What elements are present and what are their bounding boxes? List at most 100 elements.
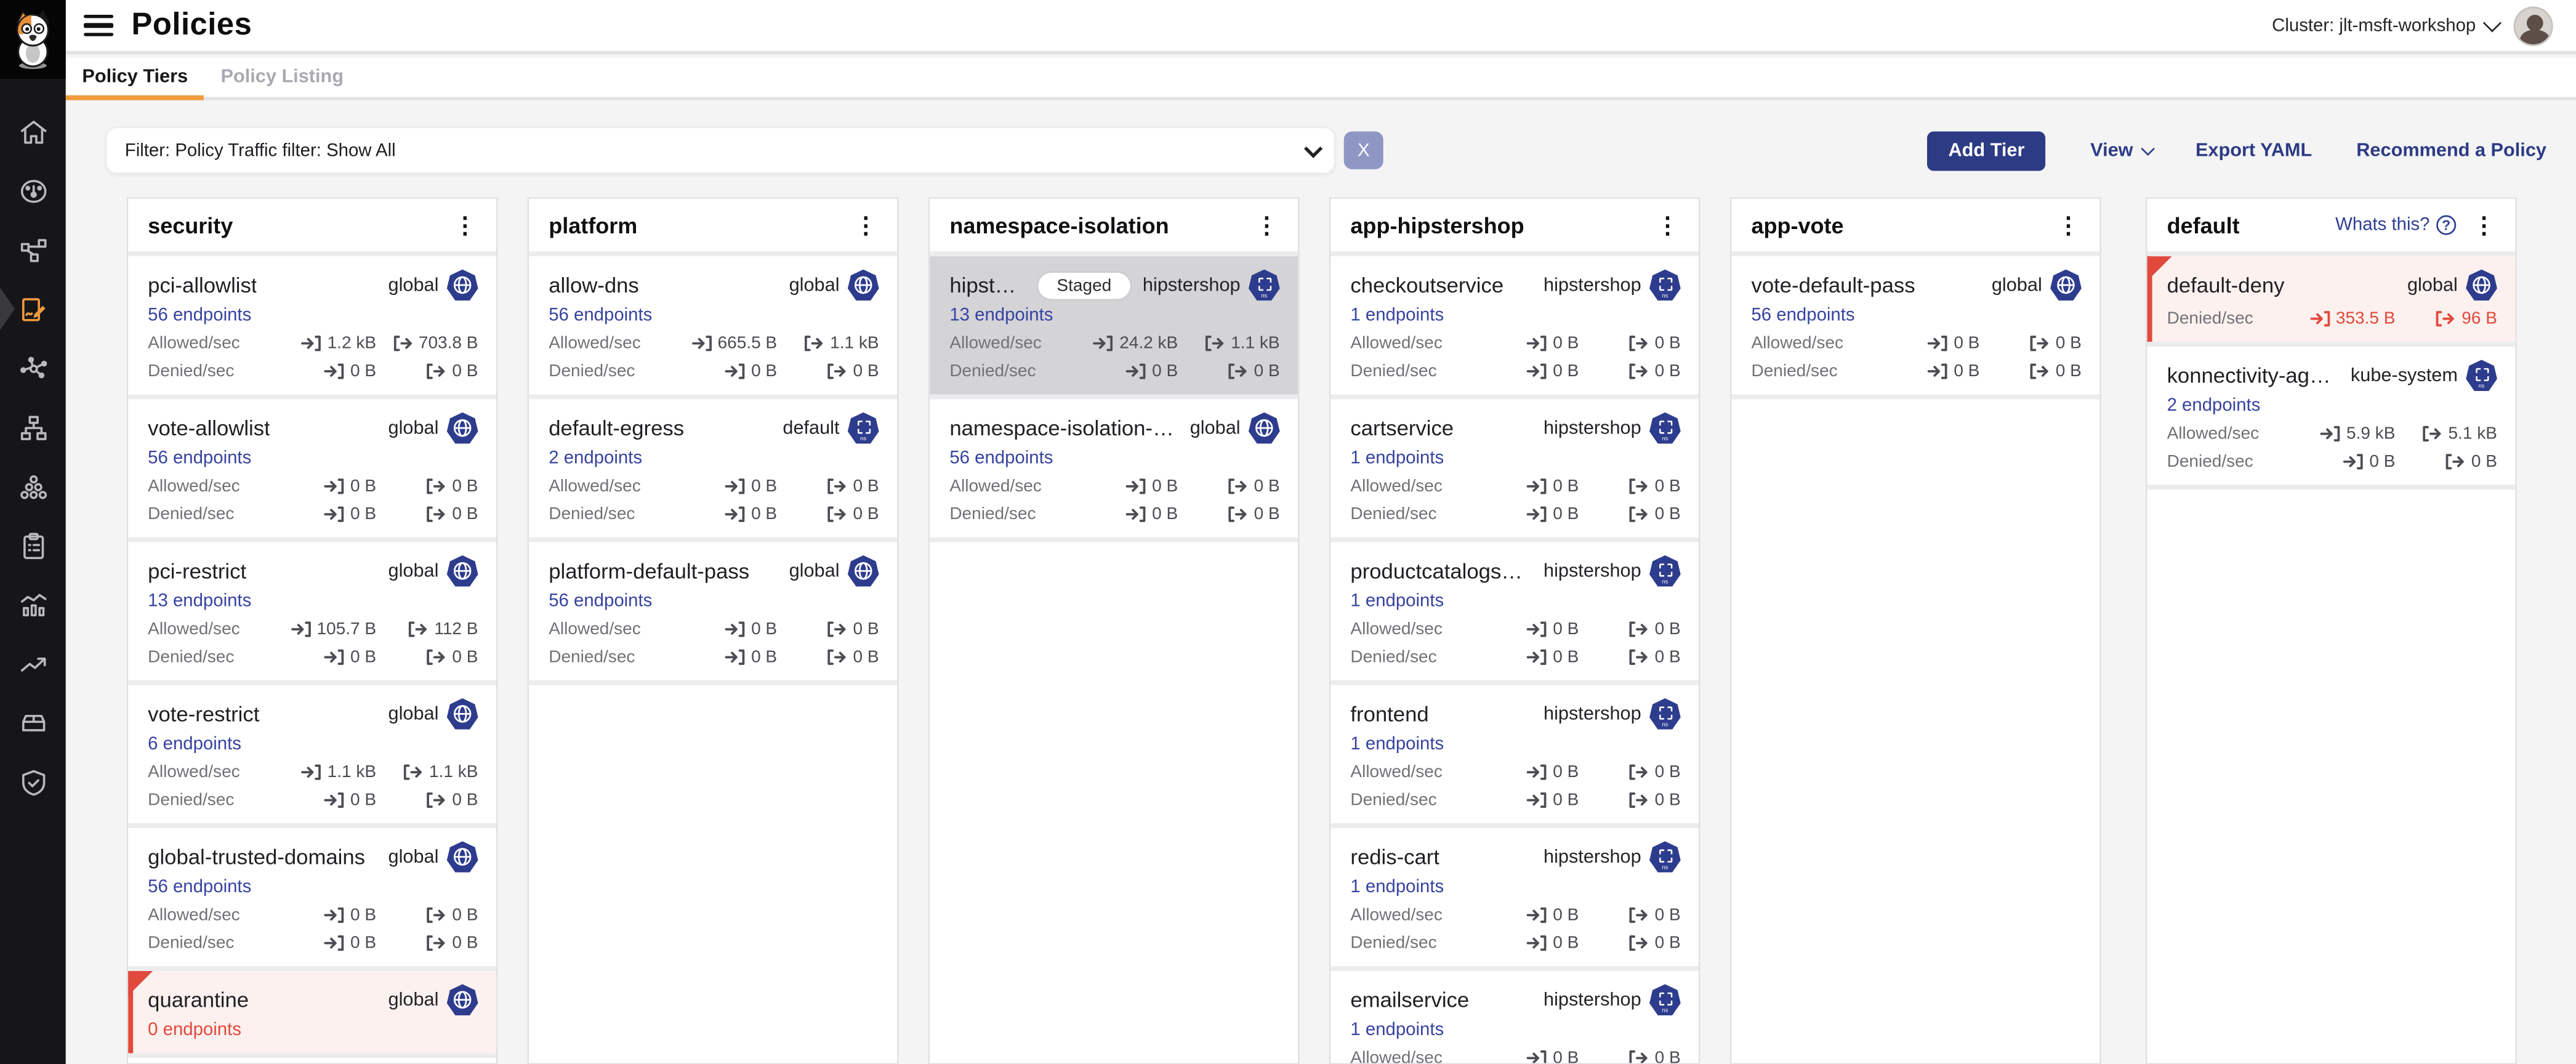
endpoints-link[interactable]: 13 endpoints (949, 305, 1053, 325)
endpoints-link[interactable]: 56 endpoints (148, 448, 251, 468)
egress-arrow-icon (426, 648, 448, 665)
policy-traffic-filter-select[interactable]: Filter: Policy Traffic filter: Show All (105, 126, 1336, 174)
recommend-policy-button[interactable]: Recommend a Policy (2356, 140, 2546, 160)
policy-card-global-trusted-domains[interactable]: global-trusted-domains global ns 56 endp… (128, 828, 496, 971)
egress-value: 0 B (1655, 762, 1681, 781)
stat-label: Denied/sec (1350, 932, 1473, 952)
ingress-value: 0 B (1553, 905, 1579, 924)
policy-card-frontend[interactable]: frontend hipstershop ns 1 endpoints Allo… (1330, 685, 1699, 828)
endpoints-link[interactable]: 56 endpoints (148, 877, 251, 897)
sidebar-item-network-sets[interactable] (0, 339, 66, 398)
policy-card-quarantine[interactable]: quarantine global ns 0 endpoints (128, 971, 496, 1058)
ingress-arrow-icon (324, 648, 345, 665)
tier-menu-kebab-icon[interactable]: ⋮ (1652, 214, 1682, 236)
egress-arrow-icon (1628, 334, 1650, 351)
export-yaml-button[interactable]: Export YAML (2196, 140, 2312, 160)
endpoints-link[interactable]: 56 endpoints (549, 305, 652, 325)
sidebar-item-cluster-hierarchy[interactable] (0, 398, 66, 457)
endpoints-link[interactable]: 1 endpoints (1350, 592, 1444, 611)
namespace-icon (1258, 277, 1271, 290)
policy-card-pci-restrict[interactable]: pci-restrict global ns 13 endpoints Allo… (128, 542, 496, 685)
egress-arrow-icon (1628, 506, 1650, 522)
endpoints-link[interactable]: 1 endpoints (1350, 735, 1444, 754)
policy-card-productcatalogservice[interactable]: productcatalogservice hipstershop ns 1 e… (1330, 542, 1699, 685)
sidebar-item-workloads[interactable] (0, 457, 66, 516)
scope-badge: ns (447, 413, 478, 444)
policy-card-namespace-isolation-default-p[interactable]: namespace-isolation-default-p… global ns… (930, 399, 1298, 542)
clear-filter-button[interactable]: X (1344, 131, 1383, 169)
egress-value: 0 B (853, 647, 879, 666)
endpoints-link[interactable]: 56 endpoints (148, 305, 251, 325)
endpoints-link[interactable]: 56 endpoints (949, 448, 1053, 468)
policy-card-vote-allowlist[interactable]: vote-allowlist global ns 56 endpoints Al… (128, 399, 496, 542)
egress-stat: 0 B (389, 789, 478, 809)
stat-label: Denied/sec (148, 932, 271, 952)
tier-menu-kebab-icon[interactable]: ⋮ (2053, 214, 2083, 236)
policy-card-security-default-pass[interactable]: security-default-pass global ns (128, 1058, 496, 1064)
endpoints-link[interactable]: 56 endpoints (1751, 305, 1854, 325)
policy-card-emailservice[interactable]: emailservice hipstershop ns 1 endpoints … (1330, 971, 1699, 1064)
egress-arrow-icon (1628, 763, 1650, 780)
stat-label: Denied/sec (949, 504, 1073, 523)
policy-card-default-deny[interactable]: default-deny global ns Denied/sec 353.5 … (2147, 256, 2516, 347)
egress-stat: 0 B (1592, 932, 1681, 952)
policy-card-cartservice[interactable]: cartservice hipstershop ns 1 endpoints A… (1330, 399, 1699, 542)
policy-card-hipstershop-gh[interactable]: hipstershop-gh… Staged hipstershop ns 13… (930, 256, 1298, 399)
hamburger-menu-icon[interactable] (84, 15, 113, 36)
endpoints-link[interactable]: 1 endpoints (1350, 877, 1444, 897)
tier-menu-kebab-icon[interactable]: ⋮ (1252, 214, 1281, 236)
sidebar-item-dashboard[interactable] (0, 161, 66, 220)
whats-this-link[interactable]: Whats this? ? (2335, 216, 2456, 235)
ingress-stat: 0 B (1474, 619, 1579, 639)
policy-card-vote-default-pass[interactable]: vote-default-pass global ns 56 endpoints… (1731, 256, 2099, 399)
sidebar-item-activity[interactable] (0, 575, 66, 634)
tab-policy-listing[interactable]: Policy Listing (204, 57, 360, 97)
traffic-stat-row: Allowed/sec 0 B 0 B (1751, 332, 2081, 353)
tab-policy-tiers[interactable]: Policy Tiers (66, 57, 204, 97)
policy-card-pci-allowlist[interactable]: pci-allowlist global ns 56 endpoints All… (128, 256, 496, 399)
endpoints-link[interactable]: 13 endpoints (148, 592, 251, 611)
egress-stat: 0 B (1592, 905, 1681, 924)
ingress-stat: 0 B (271, 361, 376, 381)
sidebar-item-image-assurance[interactable] (0, 693, 66, 752)
endpoints-link[interactable]: 2 endpoints (549, 448, 642, 468)
endpoints-link[interactable]: 6 endpoints (148, 735, 241, 754)
endpoints-link[interactable]: 56 endpoints (549, 592, 652, 611)
policy-card-default-egress[interactable]: default-egress default ns 2 endpoints Al… (529, 399, 897, 542)
sidebar-item-threat-defense[interactable] (0, 752, 66, 812)
policy-card-konnectivity-agent[interactable]: konnectivity-agent kube-system ns 2 endp… (2147, 347, 2516, 490)
endpoints-link[interactable]: 1 endpoints (1350, 448, 1444, 468)
endpoints-link[interactable]: 2 endpoints (2167, 396, 2261, 416)
egress-arrow-icon (1204, 334, 1226, 351)
cluster-selector[interactable]: Cluster: jlt-msft-workshop (2272, 15, 2498, 35)
policy-card-allow-dns[interactable]: allow-dns global ns 56 endpoints Allowed… (529, 256, 897, 399)
endpoints-link[interactable]: 1 endpoints (1350, 1020, 1444, 1040)
policy-card-redis-cart[interactable]: redis-cart hipstershop ns 1 endpoints Al… (1330, 828, 1699, 971)
tier-column-app-vote: app-vote ⋮ vote-default-pass global ns 5… (1730, 197, 2101, 1064)
ingress-arrow-icon (324, 906, 345, 923)
calico-cat-logo[interactable] (0, 0, 66, 79)
tier-menu-kebab-icon[interactable]: ⋮ (450, 214, 480, 236)
tier-menu-kebab-icon[interactable]: ⋮ (851, 214, 880, 236)
add-tier-button[interactable]: Add Tier (1927, 131, 2046, 170)
sidebar-item-policies[interactable] (0, 280, 66, 339)
user-avatar[interactable] (2514, 6, 2553, 45)
tier-header: security ⋮ (128, 199, 496, 256)
ingress-arrow-icon (1527, 362, 1548, 379)
scope-badge: ns (848, 555, 879, 587)
dashboard-gauge-icon (17, 175, 49, 206)
endpoints-link[interactable]: 1 endpoints (1350, 305, 1444, 325)
ingress-stat: 0 B (672, 475, 777, 495)
policy-card-platform-default-pass[interactable]: platform-default-pass global ns 56 endpo… (529, 542, 897, 685)
sidebar-item-flow-trends[interactable] (0, 634, 66, 693)
scope-label: hipstershop (1544, 704, 1641, 723)
tier-menu-kebab-icon[interactable]: ⋮ (2469, 214, 2499, 236)
policy-card-checkoutservice[interactable]: checkoutservice hipstershop ns 1 endpoin… (1330, 256, 1699, 399)
sidebar-item-service-graph[interactable] (0, 220, 66, 280)
sidebar-item-compliance[interactable] (0, 516, 66, 575)
sidebar-item-home[interactable] (0, 102, 66, 161)
endpoints-link[interactable]: 0 endpoints (148, 1020, 241, 1040)
policy-card-vote-restrict[interactable]: vote-restrict global ns 6 endpoints Allo… (128, 685, 496, 828)
view-dropdown-button[interactable]: View (2090, 140, 2151, 160)
ingress-stat: 0 B (1073, 475, 1178, 495)
